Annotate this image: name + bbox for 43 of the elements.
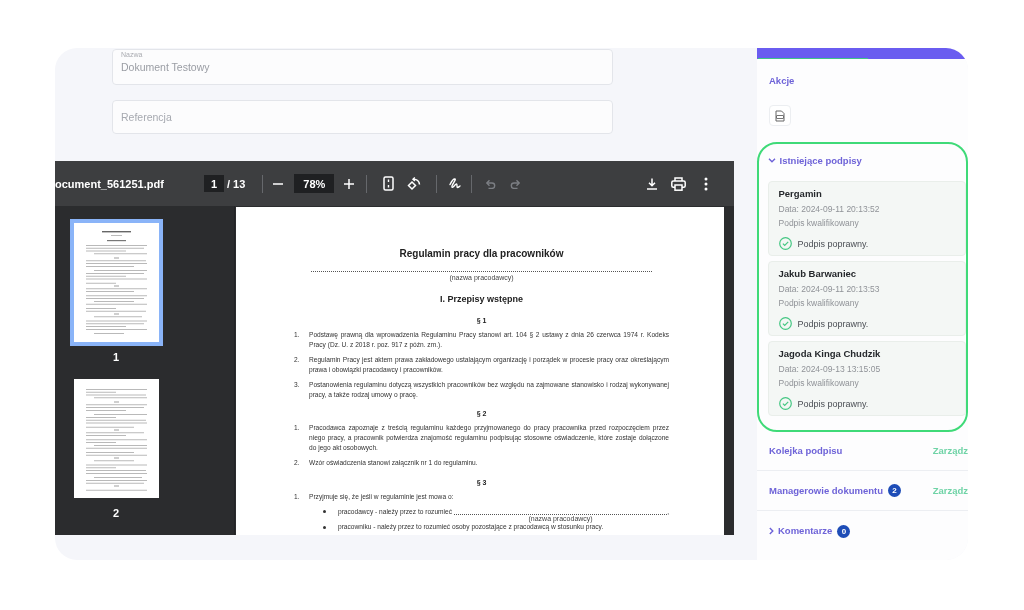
signer-name: Jagoda Kinga Chudzik <box>778 346 882 360</box>
signature-status: Podpis poprawny. <box>797 317 869 331</box>
signature-type: Podpis kwalifikowany <box>778 376 860 390</box>
file-name: ocument_561251.pdf <box>55 176 164 191</box>
file-icon <box>775 109 785 122</box>
chapter-heading: I. Przepisy wstępne <box>439 293 524 305</box>
signature-status: Podpis poprawny. <box>797 237 869 251</box>
count-badge: 2 <box>888 484 901 497</box>
redo-icon <box>509 178 521 189</box>
bullet-icon <box>323 525 326 529</box>
page-count: / 13 <box>227 176 246 191</box>
section-title[interactable]: Managerowie dokumentu <box>769 484 883 497</box>
signature-date: Data: 2024-09-11 20:13:53 <box>778 282 881 296</box>
more-icon <box>704 176 708 191</box>
section-title: Akcje <box>769 75 795 87</box>
minus-icon <box>273 182 284 185</box>
page-thumbnail[interactable] <box>69 219 163 346</box>
section-toggle[interactable]: Komentarze <box>769 525 833 537</box>
zoom-field[interactable]: 78% <box>294 174 335 193</box>
signer-name: Pergamin <box>778 186 823 200</box>
printer-icon <box>670 176 686 191</box>
count-badge: 0 <box>837 524 851 538</box>
signature-status: Podpis poprawny. <box>797 397 869 411</box>
rotate-icon <box>407 176 422 191</box>
section-title[interactable]: Kolejka podpisu <box>769 445 843 457</box>
page-number: 2 <box>112 506 120 520</box>
signature-date: Data: 2024-09-11 20:13:52 <box>778 202 881 216</box>
section-toggle[interactable]: Istniejące podpisy <box>767 154 862 167</box>
signature-type: Podpis kwalifikowany <box>778 216 860 230</box>
page-number: 1 <box>112 350 120 364</box>
signer-name: Jakub Barwaniec <box>778 266 858 280</box>
text-field[interactable]: Referencja <box>112 100 613 134</box>
signature-type: Podpis kwalifikowany <box>778 296 860 310</box>
bullet-icon <box>323 510 326 513</box>
pen-icon <box>447 177 461 190</box>
page-number-field[interactable]: 1 <box>204 175 224 192</box>
fit-page-icon <box>382 176 394 191</box>
file-button[interactable] <box>769 105 791 126</box>
undo-icon <box>484 178 496 189</box>
plus-icon <box>344 178 355 189</box>
download-icon <box>646 177 658 190</box>
signature-date: Data: 2024-09-13 13:15:05 <box>778 362 882 376</box>
document-title: Regulamin pracy dla pracowników <box>398 247 565 260</box>
